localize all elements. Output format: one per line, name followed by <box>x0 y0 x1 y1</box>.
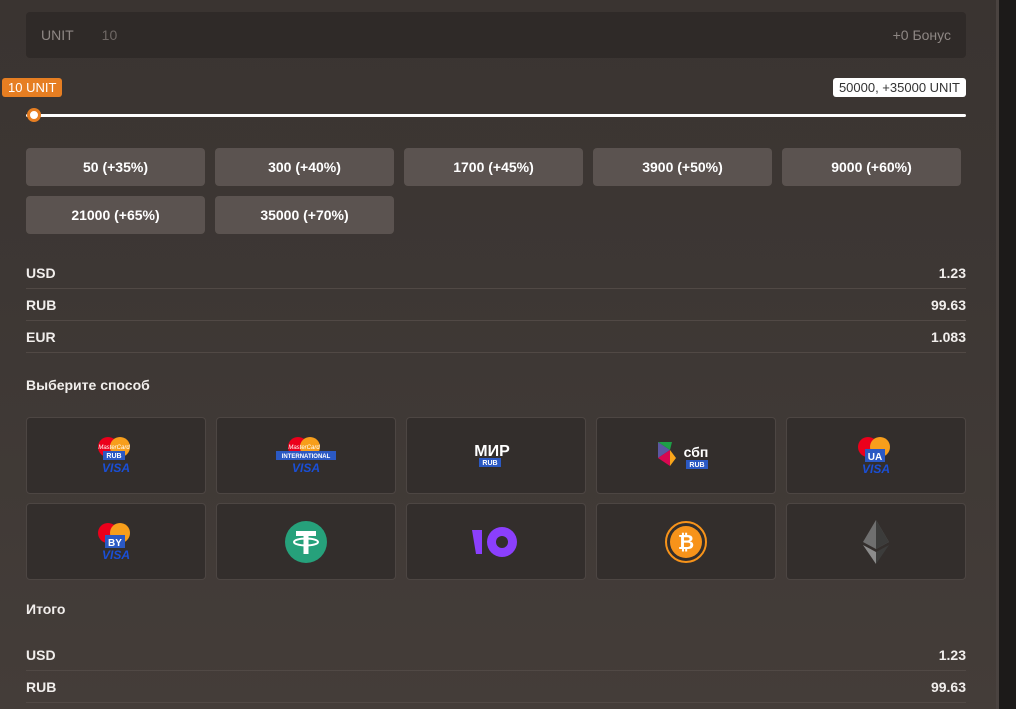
preset-button-9000[interactable]: 9000 (+60%) <box>782 148 961 186</box>
rate-value: 99.63 <box>930 296 966 313</box>
method-card-by[interactable]: BY VISA <box>26 503 206 580</box>
amount-unit-label: UNIT <box>41 27 74 43</box>
scrollbar-gutter <box>996 0 1016 709</box>
preset-button-300[interactable]: 300 (+40%) <box>215 148 394 186</box>
total-row-usd: USD 1.23 <box>26 639 966 671</box>
mastercard-visa-rub-icon: MasterCard RUB VISA <box>98 436 130 475</box>
preset-button-1700[interactable]: 1700 (+45%) <box>404 148 583 186</box>
method-badge: RUB <box>689 462 704 469</box>
bitcoin-icon: ₿ <box>665 520 707 563</box>
visa-label: VISA <box>102 461 130 475</box>
slider-min-label: 10 UNIT <box>2 78 63 97</box>
total-row-rub: RUB 99.63 <box>26 671 966 703</box>
total-title: Итого <box>26 601 66 617</box>
mastercard-visa-ua-icon: UA VISA <box>858 436 890 476</box>
mastercard-visa-international-icon: MasterCard INTERNATIONAL VISA <box>276 436 336 475</box>
total-value: 1.23 <box>938 646 966 663</box>
rate-value: 1.23 <box>938 264 966 281</box>
visa-label: VISA <box>292 461 320 475</box>
amount-slider-track[interactable] <box>26 114 966 117</box>
mastercard-label: MasterCard <box>98 445 130 451</box>
total-currency: USD <box>26 646 56 663</box>
rate-row-eur: EUR 1.083 <box>26 321 966 353</box>
yoomoney-icon <box>472 526 517 557</box>
preset-button-21000[interactable]: 21000 (+65%) <box>26 196 205 234</box>
mir-rub-icon: МИР RUB <box>474 443 510 467</box>
method-tether[interactable] <box>216 503 396 580</box>
rate-currency: EUR <box>26 328 56 345</box>
rate-currency: RUB <box>26 296 57 313</box>
mastercard-label: MasterCard <box>288 445 320 451</box>
tether-icon <box>285 520 327 563</box>
method-card-rub[interactable]: MasterCard RUB VISA <box>26 417 206 494</box>
svg-text:₿: ₿ <box>678 532 694 554</box>
mir-brand: МИР <box>474 443 510 460</box>
method-mir[interactable]: МИР RUB <box>406 417 586 494</box>
amount-input[interactable]: 10 <box>102 27 893 43</box>
method-card-ua[interactable]: UA VISA <box>786 417 966 494</box>
method-sbp[interactable]: сбп RUB <box>596 417 776 494</box>
visa-label: VISA <box>102 548 130 562</box>
sbp-brand: сбп <box>684 444 709 460</box>
method-bitcoin[interactable]: ₿ <box>596 503 776 580</box>
rate-row-rub: RUB 99.63 <box>26 289 966 321</box>
ethereum-icon <box>863 519 889 564</box>
rate-currency: USD <box>26 264 56 281</box>
preset-button-35000[interactable]: 35000 (+70%) <box>215 196 394 234</box>
method-badge: INTERNATIONAL <box>282 454 331 460</box>
sbp-rub-icon: сбп RUB <box>658 441 709 469</box>
total-value: 99.63 <box>930 678 966 695</box>
rate-row-usd: USD 1.23 <box>26 257 966 289</box>
total-currency: RUB <box>26 678 57 695</box>
visa-label: VISA <box>862 462 890 476</box>
bonus-label: +0 Бонус <box>892 27 951 43</box>
method-card-international[interactable]: MasterCard INTERNATIONAL VISA <box>216 417 396 494</box>
mastercard-visa-by-icon: BY VISA <box>98 522 130 562</box>
preset-button-50[interactable]: 50 (+35%) <box>26 148 205 186</box>
method-badge: RUB <box>106 453 121 460</box>
slider-max-label: 50000, +35000 UNIT <box>832 78 966 97</box>
method-badge: RUB <box>482 460 497 467</box>
method-ethereum[interactable] <box>786 503 966 580</box>
method-section-title: Выберите способ <box>26 377 150 393</box>
amount-slider-handle[interactable] <box>27 108 41 122</box>
preset-button-3900[interactable]: 3900 (+50%) <box>593 148 772 186</box>
rate-value: 1.083 <box>930 328 966 345</box>
method-yoomoney[interactable] <box>406 503 586 580</box>
amount-field[interactable]: UNIT 10 +0 Бонус <box>26 12 966 58</box>
